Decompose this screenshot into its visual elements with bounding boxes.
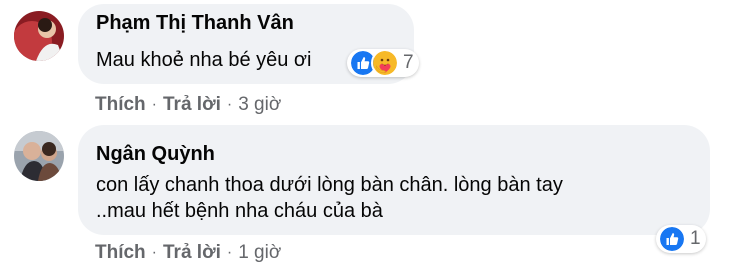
timestamp[interactable]: 1 giờ (238, 242, 281, 264)
comment-actions: Thích · Trả lời · 3 giờ (95, 94, 281, 116)
comment-text-line-2: ..mau hết bệnh nha cháu của bà (96, 200, 383, 222)
comment-text: Mau khoẻ nha bé yêu ơi (96, 49, 312, 71)
reaction-count: 1 (690, 228, 701, 249)
like-icon (658, 225, 686, 253)
comment-2: Ngân Quỳnh con lấy chanh thoa dưới lòng … (0, 125, 747, 270)
comment-author[interactable]: Phạm Thị Thanh Vân (96, 12, 294, 35)
avatar[interactable] (14, 131, 64, 181)
reply-link[interactable]: Trả lời (163, 242, 221, 264)
reactions-badge[interactable]: 1 (656, 225, 706, 253)
separator-dot: · (151, 244, 157, 261)
comment-text-line-1: con lấy chanh thoa dưới lòng bàn chân. l… (96, 174, 563, 196)
like-link[interactable]: Thích (95, 94, 146, 116)
separator-dot: · (226, 96, 233, 113)
care-icon (371, 49, 399, 77)
reaction-count: 7 (403, 52, 414, 73)
reactions-badge[interactable]: 7 (347, 49, 419, 77)
comment-actions: Thích · Trả lời · 1 giờ (95, 242, 281, 264)
reply-link[interactable]: Trả lời (163, 94, 221, 116)
avatar[interactable] (14, 11, 64, 61)
timestamp[interactable]: 3 giờ (238, 94, 281, 116)
comment-1: Phạm Thị Thanh Vân Mau khoẻ nha bé yêu ơ… (0, 0, 747, 125)
like-link[interactable]: Thích (95, 242, 146, 264)
comment-author[interactable]: Ngân Quỳnh (96, 143, 215, 166)
separator-dot: · (151, 96, 157, 113)
separator-dot: · (226, 244, 233, 261)
